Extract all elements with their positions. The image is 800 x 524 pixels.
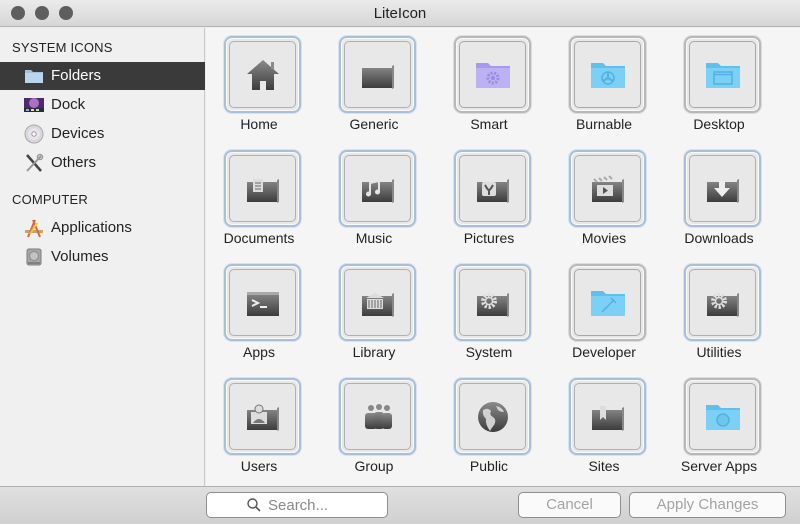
applications-icon — [24, 218, 44, 238]
folder-tile-home[interactable]: Home — [209, 28, 309, 140]
home-icon — [247, 60, 279, 90]
search-input[interactable] — [268, 496, 348, 514]
smart-folder-icon — [476, 63, 510, 88]
sidebar-item-others[interactable]: Others — [0, 149, 205, 177]
library-folder-icon — [362, 293, 394, 317]
tile-label: Users — [240, 458, 278, 474]
folder-tile-burnable[interactable]: Burnable — [554, 28, 654, 140]
tile-label: Smart — [470, 116, 508, 132]
terminal-icon — [247, 292, 279, 316]
developer-folder-icon — [591, 291, 625, 316]
folder-tile-generic[interactable]: Generic — [324, 28, 424, 140]
server-apps-folder-icon — [706, 405, 740, 430]
folder-tile-documents[interactable]: Documents — [209, 142, 309, 254]
dock-icon — [24, 95, 44, 115]
desktop-folder-icon — [706, 63, 740, 88]
sidebar-item-devices[interactable]: Devices — [0, 120, 205, 148]
tile-label: Downloads — [684, 230, 754, 246]
section-heading-system-icons: SYSTEM ICONS — [12, 40, 113, 55]
tile-label: Sites — [588, 458, 620, 474]
folder-icon — [24, 66, 44, 86]
sidebar-item-label: Volumes — [51, 248, 109, 265]
sidebar-item-folders[interactable]: Folders — [0, 62, 205, 90]
folder-icon — [362, 65, 394, 89]
folder-tile-downloads[interactable]: Downloads — [669, 142, 769, 254]
tile-label: Movies — [581, 230, 627, 246]
folder-tile-movies[interactable]: Movies — [554, 142, 654, 254]
cancel-button[interactable]: Cancel — [518, 492, 621, 518]
globe-icon — [478, 402, 508, 432]
search-field[interactable] — [206, 492, 388, 518]
group-icon — [365, 404, 392, 429]
hard-drive-icon — [24, 247, 44, 267]
tile-label: Pictures — [463, 230, 515, 246]
tile-label: Public — [469, 458, 509, 474]
tile-label: Home — [240, 116, 278, 132]
sidebar-item-label: Others — [51, 154, 97, 171]
folder-tile-developer[interactable]: Developer — [554, 256, 654, 368]
tile-label: Developer — [572, 344, 636, 360]
burnable-folder-icon — [591, 63, 625, 88]
sidebar-item-label: Folders — [51, 67, 102, 84]
folder-tile-public[interactable]: Public — [439, 370, 539, 482]
system-folder-icon — [477, 293, 509, 317]
downloads-folder-icon — [707, 179, 739, 203]
pictures-folder-icon — [477, 179, 509, 203]
users-folder-icon — [247, 404, 279, 431]
folder-tile-users[interactable]: Users — [209, 370, 309, 482]
folder-tile-smart[interactable]: Smart — [439, 28, 539, 140]
apply-changes-button[interactable]: Apply Changes — [629, 492, 786, 518]
search-icon — [247, 498, 261, 512]
tile-label: System — [465, 344, 513, 360]
folder-tile-library[interactable]: Library — [324, 256, 424, 368]
tile-label: Desktop — [693, 116, 745, 132]
sidebar-item-label: Dock — [51, 96, 86, 113]
window-title: LiteIcon — [373, 5, 427, 22]
sidebar-item-label: Applications — [51, 219, 132, 236]
tile-label: Music — [355, 230, 393, 246]
tools-icon — [24, 153, 44, 173]
folder-tile-system[interactable]: System — [439, 256, 539, 368]
bottom-toolbar: Cancel Apply Changes — [0, 486, 800, 524]
sidebar-item-applications[interactable]: Applications — [0, 214, 205, 242]
folder-tile-pictures[interactable]: Pictures — [439, 142, 539, 254]
sites-folder-icon — [592, 406, 624, 431]
disc-icon — [24, 124, 44, 144]
folder-tile-server-apps[interactable]: Server Apps — [669, 370, 769, 482]
tile-label: Group — [354, 458, 394, 474]
folder-tile-desktop[interactable]: Desktop — [669, 28, 769, 140]
sidebar-item-dock[interactable]: Dock — [0, 91, 205, 119]
sidebar: SYSTEM ICONS Folders Dock Devices Others… — [0, 28, 205, 486]
utilities-folder-icon — [707, 293, 739, 317]
tile-label: Utilities — [696, 344, 742, 360]
tile-label: Library — [352, 344, 396, 360]
sidebar-item-label: Devices — [51, 125, 105, 142]
folder-tile-group[interactable]: Group — [324, 370, 424, 482]
folder-tile-utilities[interactable]: Utilities — [669, 256, 769, 368]
tile-label: Server Apps — [680, 458, 758, 474]
folder-tile-sites[interactable]: Sites — [554, 370, 654, 482]
title-bar: LiteIcon — [0, 0, 800, 27]
folder-tile-apps[interactable]: Apps — [209, 256, 309, 368]
tile-label: Apps — [243, 344, 275, 360]
tile-label: Documents — [223, 230, 295, 246]
documents-folder-icon — [247, 179, 279, 203]
tile-label: Burnable — [575, 116, 633, 132]
movies-folder-icon — [592, 175, 624, 203]
icon-grid: Home Generic Smart Burnable Desktop Docu… — [206, 28, 800, 486]
tile-label: Generic — [349, 116, 399, 132]
section-heading-computer: COMPUTER — [12, 192, 88, 207]
folder-tile-music[interactable]: Music — [324, 142, 424, 254]
sidebar-item-volumes[interactable]: Volumes — [0, 243, 205, 271]
music-folder-icon — [362, 179, 394, 203]
